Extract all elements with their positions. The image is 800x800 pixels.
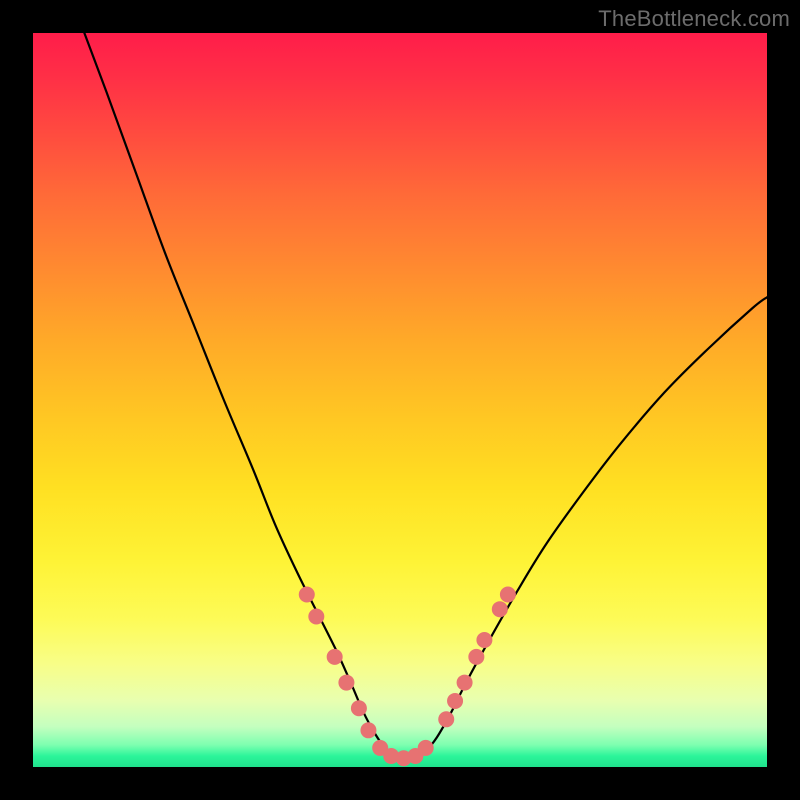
highlight-dot xyxy=(457,675,473,691)
highlight-dot xyxy=(351,700,367,716)
chart-frame: TheBottleneck.com xyxy=(0,0,800,800)
highlight-dot xyxy=(360,722,376,738)
bottleneck-curve-path xyxy=(84,33,767,759)
highlight-dot xyxy=(492,601,508,617)
highlight-dot xyxy=(476,632,492,648)
highlight-dot xyxy=(338,675,354,691)
watermark-text: TheBottleneck.com xyxy=(598,6,790,32)
highlight-dot xyxy=(299,587,315,603)
chart-svg xyxy=(33,33,767,767)
highlight-dot xyxy=(468,649,484,665)
highlight-dot xyxy=(327,649,343,665)
highlight-dot xyxy=(500,587,516,603)
highlight-dot xyxy=(418,740,434,756)
plot-area xyxy=(33,33,767,767)
highlight-dot xyxy=(438,711,454,727)
highlight-dot xyxy=(447,693,463,709)
highlight-dots-group xyxy=(299,587,516,767)
highlight-dot xyxy=(308,609,324,625)
